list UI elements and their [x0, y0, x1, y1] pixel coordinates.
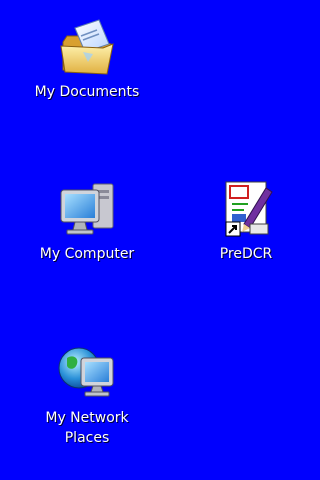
icon-label: My Network Places [45, 410, 129, 446]
network-places-icon [58, 347, 114, 397]
desktop-icon-my-documents[interactable]: My Documents [4, 14, 170, 102]
folder-documents-icon [60, 19, 114, 75]
predcr-shortcut-icon [225, 181, 273, 237]
desktop-icon-my-computer[interactable]: My Computer [12, 176, 162, 264]
desktop[interactable]: My Documents My Computer PreDCR My Netwo… [0, 0, 319, 480]
icon-label: PreDCR [219, 246, 273, 262]
icon-label: My Documents [34, 84, 140, 100]
desktop-icon-my-network-places[interactable]: My Network Places [20, 340, 154, 448]
icon-label: My Computer [39, 246, 135, 262]
computer-icon [60, 183, 114, 235]
desktop-icon-predcr[interactable]: PreDCR [196, 176, 296, 264]
